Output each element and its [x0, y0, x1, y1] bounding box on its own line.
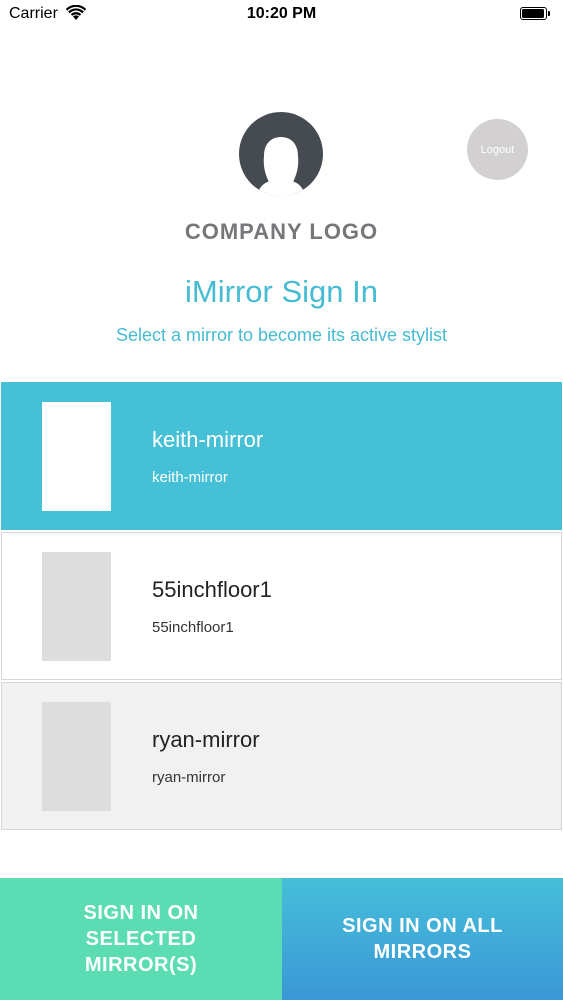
sign-in-all-button[interactable]: SIGN IN ON ALL MIRRORS	[282, 878, 563, 1000]
mirror-subtitle: keith-mirror	[152, 469, 228, 486]
page-subtitle: Select a mirror to become its active sty…	[115, 325, 448, 345]
mirror-row-keith-mirror[interactable]: keith-mirror keith-mirror	[1, 382, 562, 530]
mirror-subtitle: ryan-mirror	[152, 769, 226, 786]
mirror-thumbnail	[42, 702, 111, 811]
page-title: iMirror Sign In	[185, 274, 378, 309]
status-bar: Carrier 10:20 PM	[0, 0, 563, 30]
battery-icon	[520, 7, 550, 20]
mirror-thumbnail	[42, 402, 111, 511]
logout-button[interactable]: Logout	[467, 119, 528, 180]
mirror-subtitle: 55inchfloor1	[152, 619, 234, 636]
sign-in-selected-button[interactable]: SIGN IN ON SELECTED MIRROR(S)	[0, 878, 282, 1000]
mirror-row-ryan-mirror[interactable]: ryan-mirror ryan-mirror	[1, 682, 562, 830]
mirror-row-55inchfloor1[interactable]: 55inchfloor1 55inchfloor1	[1, 532, 562, 680]
mirror-list: keith-mirror keith-mirror 55inchfloor1 5…	[1, 382, 562, 832]
mirror-thumbnail	[42, 552, 111, 661]
mirror-name: ryan-mirror	[152, 727, 260, 752]
status-time: 10:20 PM	[246, 5, 317, 22]
mirror-name: keith-mirror	[152, 427, 264, 452]
user-silhouette-icon	[239, 112, 323, 196]
mirror-name: 55inchfloor1	[152, 577, 272, 602]
company-logo: COMPANY LOGO	[184, 219, 379, 244]
